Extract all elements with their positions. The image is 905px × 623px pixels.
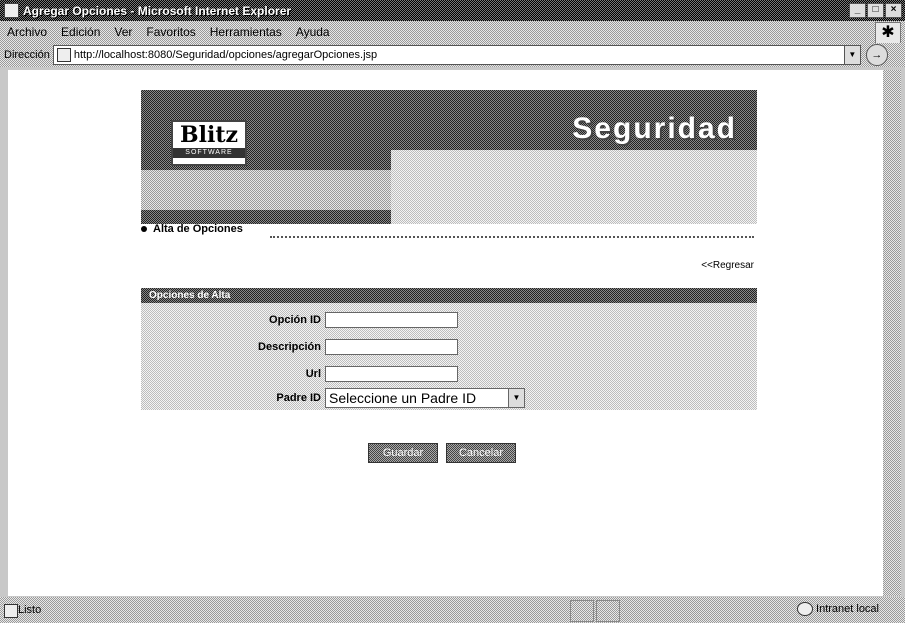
padre-id-label: Padre ID (276, 392, 321, 404)
menu-favoritos[interactable]: Favoritos (139, 25, 202, 39)
vertical-scrollbar[interactable] (883, 70, 901, 596)
ie-app-icon (4, 3, 19, 18)
banner-headline: Seguridad (572, 112, 737, 145)
windows-logo-icon: ✱ (875, 22, 901, 44)
form-row-padre-id: Padre ID Seleccione un Padre ID ▼ (141, 388, 757, 408)
status-pane (570, 600, 594, 622)
section-title-text: Alta de Opciones (153, 223, 243, 235)
window-title: Agregar Opciones - Microsoft Internet Ex… (23, 3, 292, 18)
opcion-id-input[interactable] (325, 312, 458, 328)
form-row-opcion-id: Opción ID (141, 310, 757, 330)
guardar-button[interactable]: Guardar (368, 443, 438, 463)
window-controls: _ □ × (849, 3, 902, 18)
padre-id-select[interactable]: Seleccione un Padre ID ▼ (325, 388, 525, 408)
blitz-logo: Blitz SOFTWARE (171, 120, 247, 166)
form-buttons: Guardar Cancelar (368, 443, 516, 463)
logo-subtext: SOFTWARE (173, 148, 245, 158)
page-viewport: Blitz SOFTWARE Seguridad Alta de Opcione… (8, 70, 883, 596)
descripcion-label: Descripción (258, 341, 321, 353)
menu-ver[interactable]: Ver (107, 25, 139, 39)
chevron-down-icon[interactable]: ▼ (508, 389, 524, 407)
bullet-icon (141, 226, 147, 233)
opcion-id-label: Opción ID (269, 314, 321, 326)
minimize-button[interactable]: _ (849, 3, 866, 18)
padre-id-selected: Seleccione un Padre ID (329, 390, 477, 406)
address-label: Dirección (4, 49, 50, 61)
page-icon (56, 48, 71, 62)
header-banner: Blitz SOFTWARE Seguridad (141, 90, 757, 224)
go-button[interactable]: → (865, 44, 888, 66)
form-header: Opciones de Alta (141, 288, 757, 303)
address-dropdown-icon[interactable]: ▼ (843, 46, 860, 64)
section-title: Alta de Opciones (141, 223, 243, 235)
window-titlebar: Agregar Opciones - Microsoft Internet Ex… (0, 0, 905, 21)
security-zone: Intranet local (797, 602, 879, 616)
address-input[interactable]: http://localhost:8080/Seguridad/opciones… (52, 45, 861, 65)
menu-bar: Archivo Edición Ver Favoritos Herramient… (0, 21, 905, 44)
url-label: Url (305, 368, 321, 380)
menu-archivo[interactable]: Archivo (0, 25, 54, 39)
menu-ayuda[interactable]: Ayuda (289, 25, 337, 39)
intranet-icon (797, 602, 814, 616)
address-bar: Dirección http://localhost:8080/Segurida… (0, 43, 905, 67)
maximize-button[interactable]: □ (867, 3, 884, 18)
page-done-icon (4, 604, 18, 618)
back-link[interactable]: <<Regresar (701, 260, 754, 271)
zone-label: Intranet local (816, 603, 879, 615)
address-url: http://localhost:8080/Seguridad/opciones… (73, 49, 378, 61)
url-input[interactable] (325, 366, 458, 382)
menu-edicion[interactable]: Edición (54, 25, 107, 39)
menu-herramientas[interactable]: Herramientas (203, 25, 289, 39)
form-row-url: Url (141, 364, 757, 384)
title-divider (270, 236, 754, 238)
options-form: Opciones de Alta Opción ID Descripción U… (141, 288, 757, 410)
status-bar: Listo Intranet local (0, 597, 905, 623)
form-row-descripcion: Descripción (141, 337, 757, 357)
close-button[interactable]: × (885, 3, 902, 18)
cancelar-button[interactable]: Cancelar (446, 443, 516, 463)
descripcion-input[interactable] (325, 339, 458, 355)
status-pane (596, 600, 620, 622)
banner-graphic (391, 150, 757, 224)
logo-text: Blitz (180, 122, 238, 148)
